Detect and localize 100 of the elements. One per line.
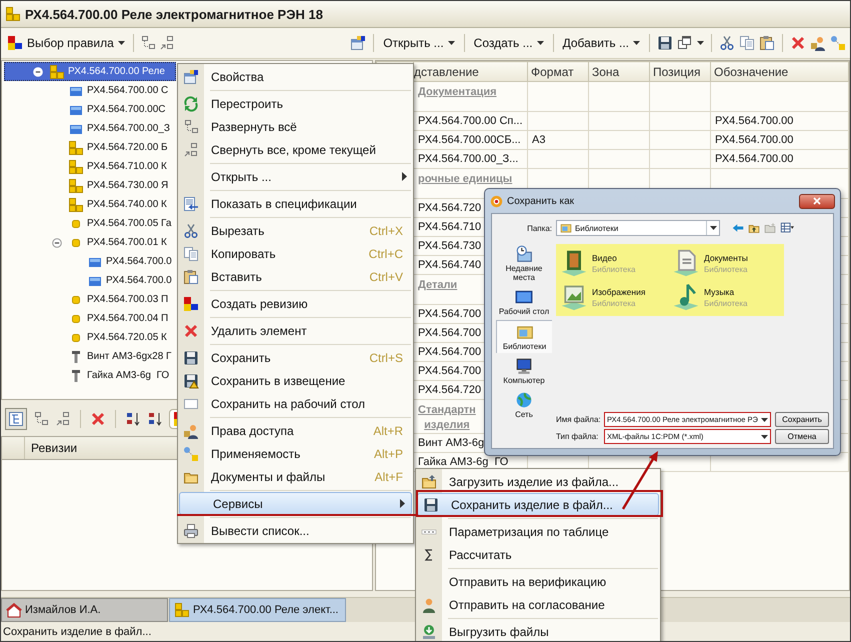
close-button[interactable] — [799, 194, 835, 208]
music-note-icon[interactable] — [672, 283, 700, 311]
menu-item[interactable]: Свойства — [178, 65, 413, 88]
save-icon — [423, 496, 439, 512]
sort-icon[interactable] — [125, 411, 141, 427]
taskbar-tab[interactable]: Измайлов И.А. — [1, 598, 168, 622]
menu-item[interactable]: Документы и файлы Alt+F — [178, 465, 413, 488]
caret-icon — [710, 226, 716, 230]
tree-item[interactable]: РХ4.564.700.01 К — [4, 233, 176, 252]
tree-item[interactable]: РХ4.564.700.00_З — [4, 119, 176, 138]
dropdown-button[interactable]: Открыть ... — [381, 34, 457, 52]
tree-item[interactable]: Гайка АМ3-6g ГО — [4, 366, 176, 385]
image-icon[interactable] — [560, 283, 588, 311]
save-icon[interactable] — [657, 35, 673, 51]
tree-item[interactable]: РХ4.564.700.00С — [4, 100, 176, 119]
menu-item[interactable]: Открыть ... — [178, 165, 413, 188]
menu-item[interactable]: Копировать Ctrl+C — [178, 242, 413, 265]
properties-icon[interactable] — [350, 35, 366, 51]
menu-item[interactable]: Показать в спецификации — [178, 192, 413, 215]
tree-item[interactable]: РХ4.564.700.00 С — [4, 81, 176, 100]
rule-menu-button[interactable]: Выбор правила — [5, 33, 127, 53]
menu-item[interactable]: Вывести список... — [178, 519, 413, 542]
column-header[interactable]: Зона — [588, 62, 650, 82]
tree-item[interactable]: РХ4.564.700.0 — [4, 252, 176, 271]
tree-item[interactable]: РХ4.564.710.00 К — [4, 157, 176, 176]
collapse-icon[interactable] — [52, 238, 62, 248]
film-icon[interactable] — [560, 249, 588, 277]
tree-item[interactable]: РХ4.564.700.00 Реле — [4, 62, 176, 81]
globe-icon — [515, 391, 533, 409]
menu-item[interactable]: Выгрузить файлы — [416, 620, 660, 641]
back-arrow-icon[interactable] — [732, 222, 744, 234]
expand-tree-icon — [183, 118, 199, 134]
menu-item[interactable]: Создать ревизию — [178, 292, 413, 315]
tree-item[interactable]: РХ4.564.700.05 Га — [4, 214, 176, 233]
menu-item[interactable]: Развернуть всё — [178, 115, 413, 138]
menu-item[interactable]: Применяемость Alt+P — [178, 442, 413, 465]
windows-icon[interactable] — [677, 35, 693, 51]
expand-tree-icon[interactable] — [140, 35, 156, 51]
view-menu-icon[interactable] — [780, 221, 794, 235]
column-header[interactable]: Позиция — [650, 62, 710, 82]
tree-item[interactable]: Винт АМ3-6gx28 Г — [4, 347, 176, 366]
menu-item[interactable]: Вставить Ctrl+V — [178, 265, 413, 288]
tree-item[interactable]: РХ4.564.720.00 Б — [4, 138, 176, 157]
folder-upload-icon — [421, 474, 437, 490]
column-header[interactable]: Обозначение — [710, 62, 848, 82]
column-header[interactable]: Ревизии — [25, 437, 84, 459]
library-name[interactable]: Видео — [592, 252, 636, 262]
folder-field[interactable]: Библиотеки — [556, 220, 720, 236]
menu-item[interactable]: Вырезать Ctrl+X — [178, 219, 413, 242]
tree-item[interactable]: РХ4.564.700.03 П — [4, 290, 176, 309]
place-item[interactable]: Библиотеки — [496, 320, 552, 353]
tree-item[interactable]: РХ4.564.740.00 К — [4, 195, 176, 214]
assembly-icon — [49, 64, 65, 80]
cancel-button[interactable]: Отмена — [775, 429, 829, 444]
delete-icon[interactable] — [90, 411, 106, 427]
paste-icon[interactable] — [759, 35, 775, 51]
scissors-icon[interactable] — [719, 35, 735, 51]
menu-item[interactable]: Удалить элемент — [178, 319, 413, 342]
collapse-tree-icon[interactable] — [158, 35, 175, 51]
tree-item[interactable]: РХ4.564.720.05 К — [4, 328, 176, 347]
sort-reverse-icon[interactable] — [147, 411, 163, 427]
menu-item[interactable]: Отправить на верификацию — [416, 570, 660, 593]
menu-item[interactable]: Сохранить изделие в файл... — [417, 493, 659, 516]
tree-view-button[interactable] — [5, 408, 27, 430]
menu-item[interactable]: Сохранить в извещение — [178, 369, 413, 392]
person-lock-icon[interactable] — [810, 35, 826, 51]
library-name[interactable]: Музыка — [704, 286, 748, 296]
collapse-tree-icon — [183, 142, 199, 158]
library-name[interactable]: Изображения — [592, 286, 646, 296]
taskbar-tab[interactable]: РХ4.564.700.00 Реле элект... — [169, 598, 346, 622]
nodes-icon[interactable] — [830, 35, 846, 51]
shortcut-label: Ctrl+X — [369, 224, 403, 238]
menu-item[interactable]: Права доступа Alt+R — [178, 419, 413, 442]
dropdown-button[interactable]: Добавить ... — [560, 34, 642, 52]
menu-item[interactable]: Параметризация по таблице — [416, 520, 660, 543]
tree-item[interactable]: РХ4.564.730.00 Я — [4, 176, 176, 195]
menu-item[interactable]: Отправить на согласование — [416, 593, 660, 616]
copy-icon[interactable] — [739, 35, 755, 51]
menu-item[interactable]: Рассчитать — [416, 543, 660, 566]
menu-item[interactable]: Перестроить — [178, 92, 413, 115]
menu-item[interactable]: Сохранить Ctrl+S — [178, 346, 413, 369]
column-header[interactable]: Формат — [528, 62, 588, 82]
menu-item[interactable]: Свернуть все, кроме текущей — [178, 138, 413, 161]
tree-item[interactable]: РХ4.564.700.0 — [4, 271, 176, 290]
recent-places-icon — [515, 245, 533, 263]
dropdown-button[interactable]: Создать ... — [472, 34, 546, 52]
menu-item[interactable]: Сервисы — [179, 492, 412, 515]
menu-item[interactable]: Загрузить изделие из файла... — [416, 470, 660, 493]
save-button[interactable]: Сохранить — [775, 412, 829, 427]
menu-item[interactable]: Сохранить на рабочий стол — [178, 392, 413, 415]
shortcut-label: Ctrl+V — [369, 270, 403, 284]
expand-tree-icon[interactable] — [33, 411, 49, 427]
tree-view-icon — [8, 411, 24, 427]
document-icon[interactable] — [672, 249, 700, 277]
tree-item[interactable]: РХ4.564.700.04 П — [4, 309, 176, 328]
folder-up-icon[interactable] — [748, 222, 760, 234]
collapse-tree-icon[interactable] — [55, 411, 71, 427]
delete-icon[interactable] — [790, 35, 806, 51]
column-header[interactable]: дставление — [414, 62, 528, 82]
library-name[interactable]: Документы — [704, 252, 748, 262]
